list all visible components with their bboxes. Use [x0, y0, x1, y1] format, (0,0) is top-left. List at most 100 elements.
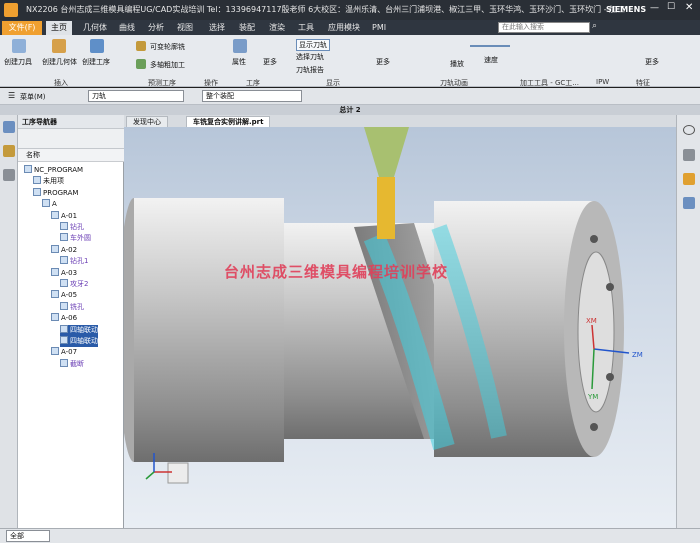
- create-tool-button[interactable]: 创建刀具: [4, 57, 32, 67]
- selection-scope-select[interactable]: 整个装配: [202, 90, 302, 102]
- tab-render[interactable]: 渲染: [264, 21, 290, 35]
- multi-axis-rough-button[interactable]: 多轴粗加工: [150, 60, 185, 70]
- folder-icon: [42, 199, 50, 208]
- bolt-hole[interactable]: [606, 283, 614, 291]
- folder-icon: [51, 267, 59, 276]
- navigator-toolbar: [18, 129, 124, 149]
- tab-assembly[interactable]: 装配: [234, 21, 260, 35]
- tree-group-item[interactable]: A-01: [51, 210, 77, 222]
- tree-operation-item[interactable]: 钻孔1: [60, 256, 88, 267]
- type-filter-select[interactable]: 刀轨: [88, 90, 184, 102]
- play-button[interactable]: 播放: [450, 59, 464, 69]
- tree-operation-item[interactable]: 攻牙2: [60, 279, 88, 290]
- tree-group-item[interactable]: A-03: [51, 267, 77, 279]
- menu-button[interactable]: 菜单(M): [20, 92, 46, 102]
- tab-part-file[interactable]: 车铣复合实例讲解.prt: [186, 116, 271, 127]
- folder-icon: [51, 313, 59, 322]
- properties-icon[interactable]: [233, 39, 247, 53]
- title-bar: NX2206 台州志成三维模具编程UG/CAD实战培训 Tel：13396947…: [0, 0, 700, 20]
- group-ipw: IPW: [596, 78, 610, 86]
- tree-group-item[interactable]: A-07: [51, 347, 77, 358]
- more-display-button[interactable]: 更多: [376, 57, 390, 67]
- search-icon[interactable]: ⌕: [592, 21, 597, 31]
- create-operation-button[interactable]: 创建工序: [82, 57, 110, 67]
- tool-bit[interactable]: [377, 177, 395, 239]
- tab-tools[interactable]: 工具: [293, 21, 319, 35]
- minimize-button[interactable]: —: [650, 3, 659, 13]
- tree-operation-item[interactable]: 四轴联动: [60, 336, 98, 347]
- folder-icon: [51, 347, 59, 356]
- tree-item-label: A-02: [61, 245, 78, 254]
- tab-pmi[interactable]: PMI: [367, 21, 391, 35]
- tree-group-item[interactable]: PROGRAM: [33, 187, 78, 199]
- command-search-input[interactable]: 在此输入搜索: [498, 22, 590, 33]
- create-geometry-button[interactable]: 创建几何体: [42, 57, 77, 67]
- group-machining-tools: 加工工具 - GC工...: [520, 79, 579, 87]
- tab-analysis[interactable]: 分析: [143, 21, 169, 35]
- history-icon[interactable]: [3, 169, 15, 181]
- maximize-button[interactable]: ☐: [667, 2, 675, 12]
- variable-contour-icon[interactable]: [136, 41, 146, 51]
- app-logo-icon: [4, 3, 18, 17]
- create-tool-icon[interactable]: [12, 39, 26, 53]
- show-toolpath-button[interactable]: 显示刀轨: [296, 39, 330, 51]
- tab-view[interactable]: 视图: [172, 21, 198, 35]
- tree-group-item[interactable]: 未用项: [33, 176, 64, 187]
- toolpath-report-button[interactable]: 刀轨报告: [296, 65, 324, 75]
- model-title: 总计 2: [0, 105, 700, 115]
- more-operations-button[interactable]: 更多: [263, 57, 277, 67]
- create-geometry-icon[interactable]: [52, 39, 66, 53]
- tab-home[interactable]: 主页: [46, 21, 72, 35]
- speed-label: 速度: [484, 56, 498, 64]
- tree-operation-item[interactable]: 四轴联动: [60, 324, 98, 336]
- tree-item-label: 未用项: [43, 177, 64, 186]
- tab-discovery-center[interactable]: 发现中心: [126, 116, 168, 127]
- bolt-hole[interactable]: [590, 235, 598, 243]
- tab-curve[interactable]: 曲线: [114, 21, 140, 35]
- tool-holder[interactable]: [364, 127, 409, 177]
- operation-icon: [60, 336, 68, 344]
- menu-icon[interactable]: ☰: [8, 91, 15, 100]
- fit-view-icon[interactable]: [683, 197, 695, 209]
- status-filter-select[interactable]: 全部: [6, 530, 50, 542]
- tree-group-item[interactable]: A-06: [51, 313, 77, 324]
- navigator-icon[interactable]: [3, 121, 15, 133]
- more-features-button[interactable]: 更多: [645, 57, 659, 67]
- create-operation-icon[interactable]: [90, 39, 104, 53]
- graphics-window[interactable]: ZM XM YM 台州志成三维模具编程培训学校: [124, 127, 676, 528]
- tree-item-label: 钻孔1: [70, 257, 89, 266]
- tree-item-label: 攻牙2: [70, 280, 89, 288]
- file-menu[interactable]: 文件(F): [2, 21, 42, 35]
- zoom-icon[interactable]: [683, 149, 695, 161]
- left-shaft[interactable]: [134, 198, 284, 462]
- bolt-hole[interactable]: [590, 423, 598, 431]
- operation-icon: [60, 256, 68, 265]
- tree-operation-item[interactable]: 钻孔: [60, 222, 84, 233]
- variable-contour-mill-button[interactable]: 可变轮廓铣: [150, 42, 185, 52]
- close-button[interactable]: ✕: [685, 2, 693, 13]
- tree-operation-item[interactable]: 车外圆: [60, 233, 91, 244]
- tree-group-item[interactable]: A: [42, 199, 57, 210]
- tree-group-item[interactable]: A-02: [51, 244, 78, 256]
- tree-group-item[interactable]: NC_PROGRAM: [24, 165, 83, 176]
- tree-operation-item[interactable]: 截断: [60, 358, 84, 370]
- select-toolpath-button[interactable]: 选择刀轨: [296, 52, 324, 62]
- name-column-header[interactable]: 名称: [18, 149, 124, 162]
- eye-icon[interactable]: [683, 125, 695, 135]
- tab-geometry[interactable]: 几何体: [78, 21, 112, 35]
- tree-group-item[interactable]: A-05: [51, 290, 77, 301]
- bolt-hole[interactable]: [606, 373, 614, 381]
- tree-operation-item[interactable]: 铣孔: [60, 301, 84, 313]
- properties-button[interactable]: 属性: [232, 57, 246, 67]
- xm-axis-label: XM: [586, 317, 597, 325]
- multi-axis-rough-icon[interactable]: [136, 59, 146, 69]
- right-bore[interactable]: [577, 251, 615, 413]
- navigator-title: 工序导航器: [18, 115, 124, 129]
- part-model[interactable]: ZM XM YM: [124, 127, 676, 528]
- tree-item-label: A-06: [61, 314, 78, 323]
- render-style-icon[interactable]: [683, 173, 695, 185]
- machine-tool-icon[interactable]: [3, 145, 15, 157]
- speed-slider[interactable]: [470, 45, 510, 47]
- tab-applications[interactable]: 应用模块: [323, 21, 365, 35]
- tab-select[interactable]: 选择: [204, 21, 230, 35]
